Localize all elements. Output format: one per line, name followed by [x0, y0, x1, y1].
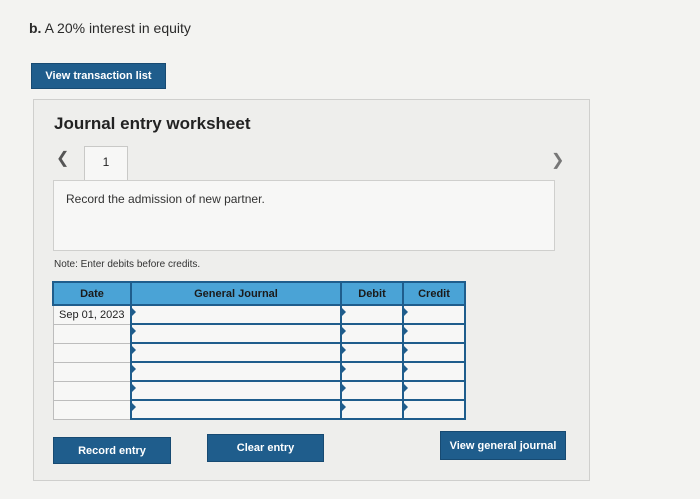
input-marker-icon [404, 403, 408, 411]
table-row [52, 323, 466, 344]
credit-cell[interactable] [402, 399, 466, 420]
account-cell[interactable] [130, 361, 342, 382]
clear-entry-button[interactable]: Clear entry [207, 434, 324, 462]
debit-cell[interactable] [340, 323, 404, 344]
description-box [53, 180, 555, 251]
credit-cell[interactable] [402, 323, 466, 344]
table-row [52, 342, 466, 363]
input-marker-icon [404, 308, 408, 316]
table-row [52, 399, 466, 420]
debit-cell[interactable] [340, 342, 404, 363]
debit-header: Debit [340, 281, 404, 306]
view-transaction-list-button[interactable]: View transaction list [31, 63, 166, 89]
input-marker-icon [342, 327, 346, 335]
part-text: A 20% interest in equity [44, 20, 191, 36]
input-marker-icon [404, 346, 408, 354]
date-cell[interactable]: Sep 01, 2023 [52, 304, 132, 325]
date-cell[interactable] [52, 323, 132, 344]
chevron-right-icon[interactable]: ❯ [551, 150, 564, 170]
account-cell[interactable] [130, 399, 342, 420]
dropdown-arrow-icon [132, 403, 136, 411]
tab-entry-1[interactable]: 1 [84, 146, 128, 180]
part-label: b. [29, 20, 42, 36]
view-general-journal-button[interactable]: View general journal [440, 431, 566, 460]
date-cell[interactable] [52, 380, 132, 401]
credit-cell[interactable] [402, 380, 466, 401]
record-entry-button[interactable]: Record entry [53, 437, 171, 464]
dropdown-arrow-icon [132, 327, 136, 335]
input-marker-icon [342, 365, 346, 373]
debit-cell[interactable] [340, 380, 404, 401]
dropdown-arrow-icon [132, 308, 136, 316]
account-cell[interactable] [130, 342, 342, 363]
date-cell[interactable] [52, 342, 132, 363]
account-cell[interactable] [130, 380, 342, 401]
credit-cell[interactable] [402, 304, 466, 325]
chevron-left-icon[interactable]: ❮ [56, 148, 69, 168]
table-row [52, 361, 466, 382]
input-marker-icon [342, 403, 346, 411]
account-cell[interactable] [130, 304, 342, 325]
debit-cell[interactable] [340, 361, 404, 382]
note-text: Note: Enter debits before credits. [54, 259, 201, 270]
credit-cell[interactable] [402, 361, 466, 382]
general-journal-header: General Journal [130, 281, 342, 306]
dropdown-arrow-icon [132, 346, 136, 354]
dropdown-arrow-icon [132, 384, 136, 392]
input-marker-icon [404, 365, 408, 373]
part-heading: b. A 20% interest in equity [29, 20, 191, 36]
table-row [52, 380, 466, 401]
input-marker-icon [404, 384, 408, 392]
worksheet-title: Journal entry worksheet [54, 114, 251, 133]
journal-table: Date General Journal Debit Credit Sep 01… [52, 281, 466, 420]
input-marker-icon [404, 327, 408, 335]
credit-header: Credit [402, 281, 466, 306]
date-cell[interactable] [52, 361, 132, 382]
table-header-row: Date General Journal Debit Credit [52, 281, 466, 306]
input-marker-icon [342, 384, 346, 392]
dropdown-arrow-icon [132, 365, 136, 373]
debit-cell[interactable] [340, 304, 404, 325]
account-cell[interactable] [130, 323, 342, 344]
debit-cell[interactable] [340, 399, 404, 420]
date-cell[interactable] [52, 399, 132, 420]
date-header: Date [52, 281, 132, 306]
credit-cell[interactable] [402, 342, 466, 363]
description-text: Record the admission of new partner. [66, 192, 265, 206]
input-marker-icon [342, 308, 346, 316]
input-marker-icon [342, 346, 346, 354]
table-row: Sep 01, 2023 [52, 304, 466, 325]
